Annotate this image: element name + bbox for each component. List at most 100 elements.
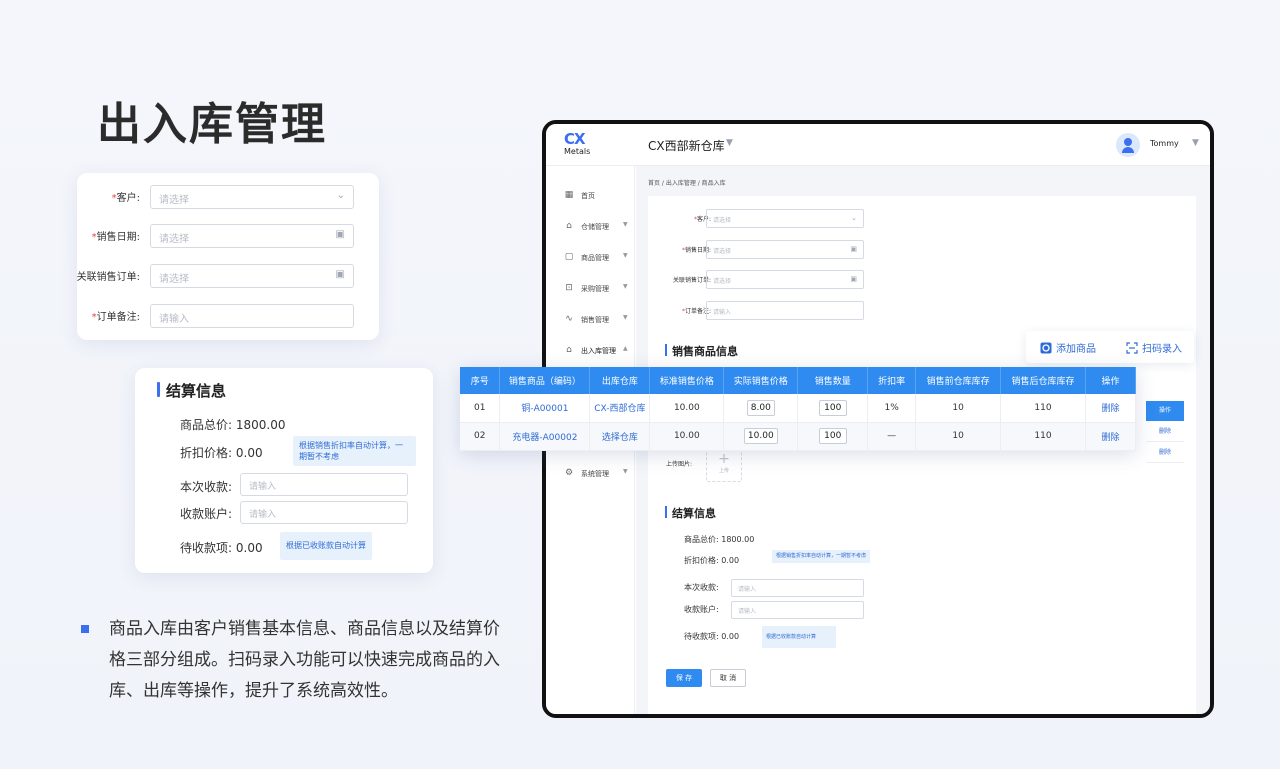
col-stock-after: 销售后仓库库存 bbox=[1000, 367, 1086, 394]
sale-date-input[interactable]: 请选择 ▣ bbox=[706, 240, 864, 259]
goods-section-title: 销售商品信息 bbox=[665, 344, 738, 358]
account-input[interactable]: 请输入 bbox=[731, 601, 864, 619]
sidebar-item-goods[interactable]: ▢ 商品管理 ▼ bbox=[546, 250, 635, 268]
upload-button[interactable]: + 上传 bbox=[706, 450, 742, 482]
warehouse-select[interactable]: 选择仓库 bbox=[589, 422, 651, 451]
scan-entry-button[interactable]: 扫码录入 bbox=[1126, 340, 1182, 355]
calendar-icon: ▣ bbox=[850, 245, 857, 253]
item-link[interactable]: 铜-A00001 bbox=[499, 394, 591, 423]
order-note-input[interactable]: 请输入 bbox=[150, 304, 354, 328]
chevron-down-icon: ▼ bbox=[623, 252, 628, 259]
customer-field: *客户: 请选择 ⌄ bbox=[648, 209, 948, 228]
discount-price: 折扣价格: 0.00 bbox=[684, 556, 740, 565]
delete-link[interactable]: 删除 bbox=[1085, 394, 1137, 423]
add-goods-button[interactable]: 添加商品 bbox=[1040, 340, 1096, 355]
chevron-down-icon: ▼ bbox=[623, 221, 628, 228]
related-order-input[interactable]: 请选择 ▣ bbox=[706, 270, 864, 289]
related-order-input[interactable]: 请选择 ▣ bbox=[150, 264, 354, 288]
col-warehouse: 出库仓库 bbox=[589, 367, 651, 394]
breadcrumb: 首页 / 出入库管理 / 商品入库 bbox=[648, 180, 726, 187]
actual-price-input[interactable]: 8.00 bbox=[746, 399, 775, 416]
related-order-field: 关联销售订单: 请选择 ▣ bbox=[648, 270, 948, 289]
pending-hint: 根据已收账款自动计算 bbox=[762, 626, 836, 648]
avatar[interactable] bbox=[1116, 133, 1140, 157]
col-qty: 销售数量 bbox=[797, 367, 869, 394]
logo: CX Metals bbox=[564, 130, 591, 157]
goods-toolbar: 添加商品 扫码录入 bbox=[1026, 331, 1194, 363]
chevron-up-icon: ▲ bbox=[623, 345, 628, 352]
save-button[interactable]: 保 存 bbox=[666, 669, 702, 687]
received-input[interactable]: 请输入 bbox=[240, 473, 408, 496]
sidebar-item-sales[interactable]: ∿ 销售管理 ▼ bbox=[546, 312, 635, 330]
col-action: 操作 bbox=[1085, 367, 1137, 394]
trend-icon: ∿ bbox=[565, 314, 573, 324]
received-label: 本次收款: bbox=[684, 583, 719, 592]
sidebar-item-warehouse[interactable]: ⌂ 仓储管理 ▼ bbox=[546, 219, 635, 237]
customer-select[interactable]: 请选择 ⌄ bbox=[150, 185, 354, 209]
warehouse-select[interactable]: CX-西部仓库 bbox=[589, 394, 651, 423]
col-no: 序号 bbox=[460, 367, 501, 394]
customer-field: *客户: 请选择 ⌄ bbox=[77, 185, 379, 209]
chevron-down-icon: ⌄ bbox=[336, 190, 345, 201]
customer-form-card: *客户: 请选择 ⌄ *销售日期: 请选择 ▣ 关联销售订单: 请选择 ▣ *订单备注… bbox=[77, 173, 379, 340]
sale-date-input[interactable]: 请选择 ▣ bbox=[150, 224, 354, 248]
customer-label: 客户: bbox=[116, 193, 140, 204]
delete-link[interactable]: 删除 bbox=[1146, 421, 1184, 442]
received-input[interactable]: 请输入 bbox=[731, 579, 864, 597]
upload-label: 上传图片: bbox=[666, 461, 693, 468]
feature-description: 商品入库由客户销售基本信息、商品信息以及结算价格三部分组成。扫码录入功能可以快速… bbox=[109, 619, 500, 701]
actual-price-input[interactable]: 10.00 bbox=[743, 428, 778, 444]
settlement-title: 结算信息 bbox=[665, 506, 716, 520]
chevron-down-icon: ⌄ bbox=[851, 214, 857, 222]
sidebar-item-home[interactable]: ▦ 首页 bbox=[546, 188, 635, 206]
plus-icon: + bbox=[718, 451, 730, 467]
order-note-input[interactable]: 请输入 bbox=[706, 301, 864, 320]
cart-icon: ⊡ bbox=[565, 283, 573, 293]
goods-table: 序号 销售商品（编码） 出库仓库 标准销售价格 实际销售价格 销售数量 折扣率 … bbox=[460, 367, 1137, 451]
pending-amount: 待收款项: 0.00 bbox=[684, 632, 740, 641]
grid-icon: ▦ bbox=[564, 190, 574, 200]
col-actual-price: 实际销售价格 bbox=[723, 367, 799, 394]
warehouse-switcher[interactable]: CX西部新仓库 bbox=[648, 137, 725, 154]
top-bar: CX Metals CX西部新仓库 ▼ Tommy ▼ bbox=[546, 124, 1210, 166]
sidebar-item-purchase[interactable]: ⊡ 采购管理 ▼ bbox=[546, 281, 635, 299]
related-order-label: 关联销售订单: bbox=[76, 272, 140, 283]
chevron-down-icon: ▼ bbox=[623, 314, 628, 321]
cancel-button[interactable]: 取 消 bbox=[710, 669, 746, 687]
qty-input[interactable]: 100 bbox=[818, 399, 847, 416]
total-price: 商品总价: 1800.00 bbox=[684, 535, 755, 544]
gear-icon: ⚙ bbox=[564, 468, 574, 478]
sale-date-label: 销售日期: bbox=[96, 232, 140, 243]
sidebar-item-inout[interactable]: ⌂ 出入库管理 ▲ bbox=[546, 343, 635, 361]
order-note-field: *订单备注: 请输入 bbox=[648, 301, 948, 320]
order-note-label: 订单备注: bbox=[96, 312, 140, 323]
discount-price: 折扣价格: 0.00 bbox=[180, 446, 263, 460]
discount-hint: 根据销售折扣率自动计算，一期暂不考虑 bbox=[772, 550, 870, 563]
calendar-icon: ▣ bbox=[335, 229, 345, 240]
user-name[interactable]: Tommy bbox=[1150, 139, 1179, 148]
pending-amount: 待收款项: 0.00 bbox=[180, 541, 263, 555]
sidebar-item-system[interactable]: ⚙ 系统管理 ▼ bbox=[546, 466, 635, 484]
warehouse-icon: ⌂ bbox=[566, 221, 572, 231]
chevron-down-icon[interactable]: ▼ bbox=[726, 138, 733, 148]
item-link[interactable]: 充电器-A00002 bbox=[499, 422, 591, 451]
add-goods-icon bbox=[1040, 342, 1052, 354]
table-header-row: 序号 销售商品（编码） 出库仓库 标准销售价格 实际销售价格 销售数量 折扣率 … bbox=[460, 367, 1137, 394]
delete-link[interactable]: 删除 bbox=[1146, 442, 1184, 463]
col-std-price: 标准销售价格 bbox=[649, 367, 725, 394]
bullet-marker bbox=[81, 625, 89, 633]
total-price: 商品总价: 1800.00 bbox=[180, 418, 286, 432]
col-discount: 折扣率 bbox=[867, 367, 917, 394]
customer-select[interactable]: 请选择 ⌄ bbox=[706, 209, 864, 228]
page-title: 出入库管理 bbox=[97, 99, 327, 150]
account-input[interactable]: 请输入 bbox=[240, 501, 408, 524]
settlement-card: 结算信息 商品总价: 1800.00 折扣价格: 0.00 根据销售折扣率自动计… bbox=[135, 368, 433, 573]
col-item: 销售商品（编码） bbox=[499, 367, 591, 394]
discount-hint: 根据销售折扣率自动计算，一期暂不考虑 bbox=[293, 436, 416, 466]
delete-link[interactable]: 删除 bbox=[1085, 422, 1137, 451]
account-label: 收款账户: bbox=[684, 605, 719, 614]
chevron-down-icon[interactable]: ▼ bbox=[1192, 138, 1199, 148]
inbound-panel: *客户: 请选择 ⌄ *销售日期: 请选择 ▣ 关联销售订单: 请选择 ▣ *订单备注… bbox=[648, 196, 1196, 714]
calendar-icon: ▣ bbox=[850, 275, 857, 283]
qty-input[interactable]: 100 bbox=[818, 428, 847, 444]
